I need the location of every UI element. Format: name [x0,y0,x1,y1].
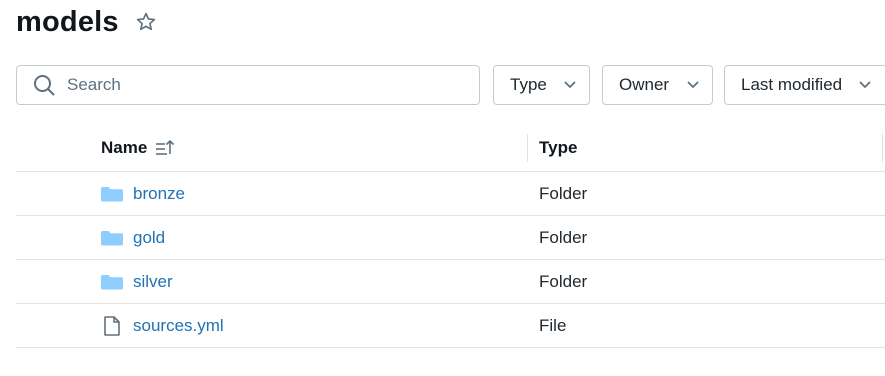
chevron-down-icon [687,80,699,90]
row-name-link[interactable]: sources.yml [133,316,224,336]
file-icon [100,316,124,336]
row-type: Folder [539,228,588,247]
column-resize-handle[interactable] [527,134,528,162]
page-title: models [16,5,119,38]
row-type: File [539,316,567,335]
row-name-link[interactable]: silver [133,272,173,292]
chevron-down-icon [859,80,871,90]
table-row[interactable]: bronze Folder [16,172,885,216]
folder-icon [100,272,124,292]
owner-filter-label: Owner [619,75,670,94]
table-header: Name Type [16,126,885,172]
type-column-header[interactable]: Type [539,138,577,158]
column-resize-handle[interactable] [882,134,883,162]
row-name-link[interactable]: bronze [133,184,185,204]
sort-ascending-icon[interactable] [155,139,175,157]
star-icon[interactable] [135,11,157,33]
name-column-header[interactable]: Name [101,138,175,158]
row-type: Folder [539,272,588,291]
search-input[interactable] [65,74,449,96]
type-filter-label: Type [510,75,547,94]
page-header: models [16,4,157,40]
name-column-label: Name [101,138,148,157]
last-modified-filter-dropdown[interactable]: Last modified [724,65,885,105]
last-modified-filter-label: Last modified [741,75,843,94]
search-box[interactable] [16,65,480,105]
row-name-link[interactable]: gold [133,228,165,248]
table-row[interactable]: silver Folder [16,260,885,304]
chevron-down-icon [564,80,576,90]
type-filter-dropdown[interactable]: Type [493,65,590,105]
owner-filter-dropdown[interactable]: Owner [602,65,713,105]
table-row[interactable]: gold Folder [16,216,885,260]
table-row[interactable]: sources.yml File [16,304,885,348]
row-type: Folder [539,184,588,203]
folder-icon [100,228,124,248]
folder-icon [100,184,124,204]
search-icon [33,74,55,96]
